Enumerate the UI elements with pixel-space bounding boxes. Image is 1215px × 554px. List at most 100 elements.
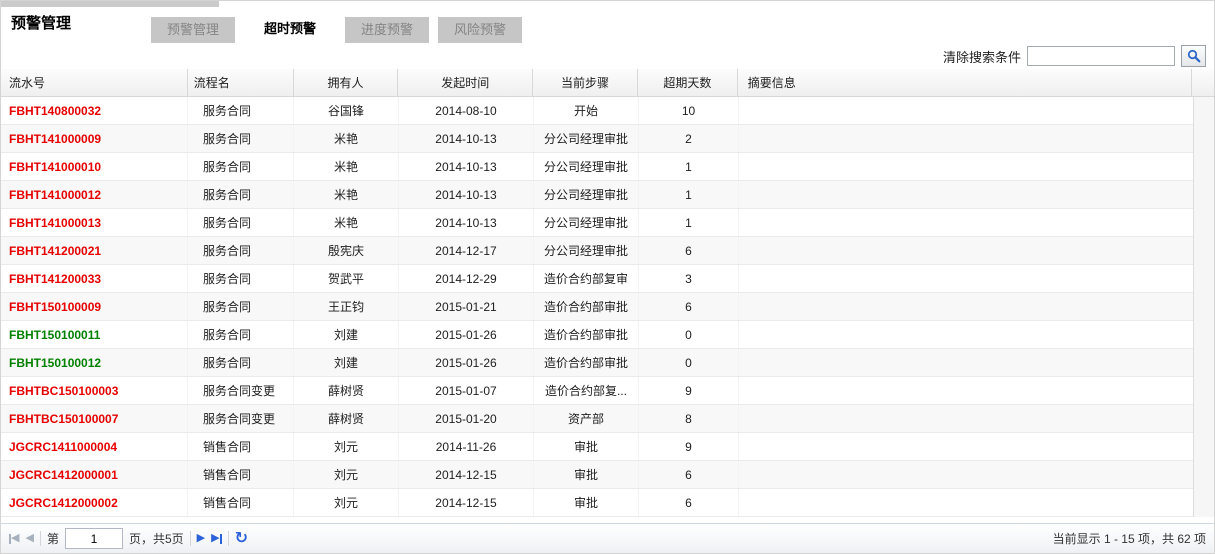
column-header-serial[interactable]: 流水号 [1, 69, 188, 96]
table-row[interactable]: JGCRC1411000004 销售合同 刘元 2014-11-26 审批 9 [1, 433, 1194, 461]
serial-number-link[interactable]: JGCRC1411000004 [9, 440, 117, 454]
serial-number-link[interactable]: FBHTBC150100007 [9, 412, 118, 426]
serial-number-link[interactable]: FBHT141000010 [9, 160, 101, 174]
table-row[interactable]: FBHT141000012 服务合同 米艳 2014-10-13 分公司经理审批 1 [1, 181, 1194, 209]
next-page-icon[interactable]: ▶ [197, 533, 205, 544]
process-name-cell: 服务合同 [188, 181, 294, 208]
column-header-filler [1192, 69, 1214, 96]
overdue-days-cell: 9 [639, 433, 739, 460]
column-header-start-time[interactable]: 发起时间 [398, 69, 534, 96]
summary-cell [739, 293, 1194, 320]
serial-cell: FBHT141000010 [1, 153, 188, 180]
serial-number-link[interactable]: FBHT140800032 [9, 104, 101, 118]
table-row[interactable]: JGCRC1412000001 销售合同 刘元 2014-12-15 审批 6 [1, 461, 1194, 489]
serial-cell: FBHT150100012 [1, 349, 188, 376]
summary-cell [739, 433, 1194, 460]
current-step-cell: 审批 [534, 461, 639, 488]
summary-cell [739, 349, 1194, 376]
summary-cell [739, 237, 1194, 264]
serial-cell: FBHT140800032 [1, 97, 188, 124]
owner-cell: 薛树贤 [294, 405, 399, 432]
start-time-cell: 2014-10-13 [399, 153, 534, 180]
owner-cell: 刘建 [294, 349, 399, 376]
search-button[interactable] [1181, 45, 1206, 67]
current-step-cell: 造价合约部审批 [534, 349, 639, 376]
overdue-days-cell: 9 [639, 377, 739, 404]
clear-search-button[interactable]: 清除搜索条件 [943, 47, 1021, 66]
start-time-cell: 2015-01-26 [399, 321, 534, 348]
current-step-cell: 造价合约部审批 [534, 321, 639, 348]
serial-cell: JGCRC1411000004 [1, 433, 188, 460]
current-step-cell: 审批 [534, 489, 639, 516]
magnifier-icon [1187, 49, 1201, 63]
start-time-cell: 2014-12-15 [399, 461, 534, 488]
table-row[interactable]: FBHT150100011 服务合同 刘建 2015-01-26 造价合约部审批 0 [1, 321, 1194, 349]
serial-number-link[interactable]: FBHT150100009 [9, 300, 101, 314]
table-row[interactable]: FBHTBC150100007 服务合同变更 薛树贤 2015-01-20 资产部 8 [1, 405, 1194, 433]
start-time-cell: 2015-01-07 [399, 377, 534, 404]
current-step-cell: 分公司经理审批 [534, 209, 639, 236]
overdue-days-cell: 1 [639, 153, 739, 180]
table-row[interactable]: FBHT141000009 服务合同 米艳 2014-10-13 分公司经理审批 2 [1, 125, 1194, 153]
serial-number-link[interactable]: FBHT150100011 [9, 328, 100, 342]
process-name-cell: 服务合同 [188, 293, 294, 320]
serial-cell: FBHT141200021 [1, 237, 188, 264]
table-row[interactable]: JGCRC1412000002 销售合同 刘元 2014-12-15 审批 6 [1, 489, 1194, 517]
table-row[interactable]: FBHT150100009 服务合同 王正钧 2015-01-21 造价合约部审批 6 [1, 293, 1194, 321]
serial-number-link[interactable]: FBHT141200021 [9, 244, 101, 258]
serial-number-link[interactable]: FBHT141000012 [9, 188, 101, 202]
tab-risk-warning[interactable]: 风险预警 [438, 17, 522, 43]
overdue-days-cell: 8 [639, 405, 739, 432]
column-header-current-step[interactable]: 当前步骤 [533, 69, 638, 96]
table-row[interactable]: FBHT141000010 服务合同 米艳 2014-10-13 分公司经理审批 1 [1, 153, 1194, 181]
table-row[interactable]: FBHT141000013 服务合同 米艳 2014-10-13 分公司经理审批 1 [1, 209, 1194, 237]
serial-number-link[interactable]: FBHT141000009 [9, 132, 101, 146]
table-row[interactable]: FBHTBC150100003 服务合同变更 薛树贤 2015-01-07 造价合约部复… [1, 377, 1194, 405]
page-prefix-label: 第 [46, 532, 59, 546]
owner-cell: 米艳 [294, 153, 399, 180]
tab-progress-warning[interactable]: 进度预警 [345, 17, 429, 43]
serial-number-link[interactable]: FBHT141000013 [9, 216, 101, 230]
serial-cell: JGCRC1412000002 [1, 489, 188, 516]
summary-cell [739, 153, 1194, 180]
summary-cell [739, 209, 1194, 236]
serial-number-link[interactable]: FBHTBC150100003 [9, 384, 118, 398]
process-name-cell: 服务合同 [188, 153, 294, 180]
refresh-icon[interactable]: ↻ [235, 530, 248, 547]
overdue-days-cell: 0 [639, 321, 739, 348]
serial-number-link[interactable]: FBHT141200033 [9, 272, 101, 286]
search-input[interactable] [1027, 46, 1175, 66]
tab-timeout-warning[interactable]: 超时预警 [244, 14, 336, 47]
start-time-cell: 2015-01-21 [399, 293, 534, 320]
start-time-cell: 2014-10-13 [399, 181, 534, 208]
column-header-summary[interactable]: 摘要信息 [738, 69, 1193, 96]
current-step-cell: 造价合约部复... [534, 377, 639, 404]
prev-page-icon[interactable]: ◀ [25, 533, 33, 544]
column-header-overdue-days[interactable]: 超期天数 [638, 69, 738, 96]
table-row[interactable]: FBHT140800032 服务合同 谷国锋 2014-08-10 开始 10 [1, 97, 1194, 125]
owner-cell: 谷国锋 [294, 97, 399, 124]
serial-number-link[interactable]: JGCRC1412000001 [9, 468, 118, 482]
process-name-cell: 销售合同 [188, 433, 294, 460]
column-header-owner[interactable]: 拥有人 [294, 69, 399, 96]
first-page-icon[interactable]: ◀ [9, 533, 19, 544]
overdue-days-cell: 0 [639, 349, 739, 376]
overdue-days-cell: 1 [639, 209, 739, 236]
pagination-separator [227, 531, 229, 546]
start-time-cell: 2014-12-29 [399, 265, 534, 292]
vertical-scrollbar[interactable] [1193, 97, 1214, 517]
page-number-input[interactable] [64, 528, 123, 549]
table-row[interactable]: FBHT141200033 服务合同 贺武平 2014-12-29 造价合约部复审 3 [1, 265, 1194, 293]
serial-number-link[interactable]: FBHT150100012 [9, 356, 101, 370]
table-row[interactable]: FBHT150100012 服务合同 刘建 2015-01-26 造价合约部审批 0 [1, 349, 1194, 377]
serial-number-link[interactable]: JGCRC1412000002 [9, 496, 118, 510]
column-header-process[interactable]: 流程名 [188, 69, 294, 96]
last-page-icon[interactable]: ▶ [211, 533, 222, 544]
tab-warning-management[interactable]: 预警管理 [151, 17, 235, 43]
current-step-cell: 审批 [534, 433, 639, 460]
owner-cell: 薛树贤 [294, 377, 399, 404]
table-row[interactable]: FBHT141200021 服务合同 殷宪庆 2014-12-17 分公司经理审批 6 [1, 237, 1194, 265]
start-time-cell: 2015-01-26 [399, 349, 534, 376]
process-name-cell: 服务合同变更 [188, 405, 294, 432]
serial-cell: FBHTBC150100007 [1, 405, 188, 432]
